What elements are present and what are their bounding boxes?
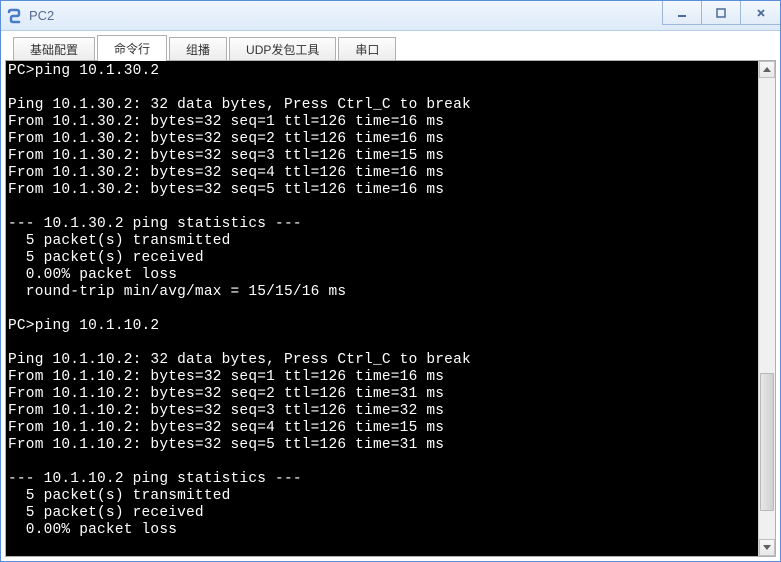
tab-serial[interactable]: 串口 <box>338 37 396 60</box>
tab-label: 命令行 <box>114 40 150 57</box>
tab-command-line[interactable]: 命令行 <box>97 35 167 60</box>
tab-label: 组播 <box>186 41 210 58</box>
tab-basic-config[interactable]: 基础配置 <box>13 37 95 60</box>
close-button[interactable] <box>740 1 780 25</box>
client-area: 基础配置 命令行 组播 UDP发包工具 串口 PC>ping 10.1.30.2… <box>1 31 780 561</box>
window-title: PC2 <box>29 8 663 23</box>
tab-label: 串口 <box>355 41 379 58</box>
scroll-thumb[interactable] <box>760 373 774 511</box>
terminal-output[interactable]: PC>ping 10.1.30.2 Ping 10.1.30.2: 32 dat… <box>6 61 758 556</box>
tab-bar: 基础配置 命令行 组播 UDP发包工具 串口 <box>5 35 776 61</box>
titlebar: PC2 <box>1 1 780 31</box>
app-icon <box>7 8 23 24</box>
vertical-scrollbar <box>758 61 775 556</box>
tab-multicast[interactable]: 组播 <box>169 37 227 60</box>
scroll-up-button[interactable] <box>759 61 775 78</box>
terminal-container: PC>ping 10.1.30.2 Ping 10.1.30.2: 32 dat… <box>5 61 776 557</box>
tab-label: UDP发包工具 <box>246 41 319 58</box>
tab-udp-tool[interactable]: UDP发包工具 <box>229 37 336 60</box>
tab-label: 基础配置 <box>30 41 78 58</box>
app-window: PC2 基础配置 命令行 组播 UDP发包工具 串口 PC>ping 10.1.… <box>0 0 781 562</box>
scroll-track[interactable] <box>759 78 775 539</box>
maximize-button[interactable] <box>701 1 741 25</box>
window-controls <box>663 1 780 30</box>
minimize-button[interactable] <box>662 1 702 25</box>
scroll-down-button[interactable] <box>759 539 775 556</box>
